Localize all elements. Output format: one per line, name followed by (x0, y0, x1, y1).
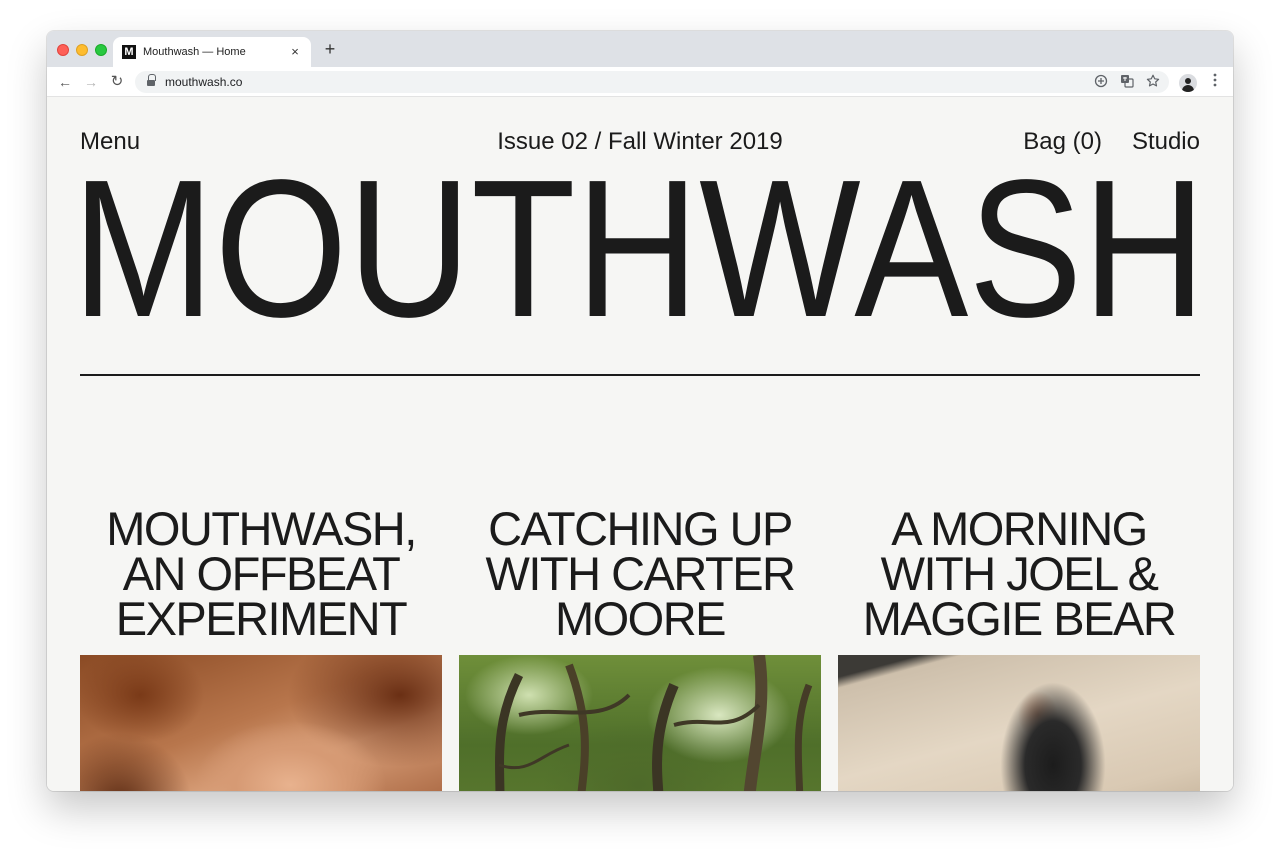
url-text[interactable]: mouthwash.co (165, 75, 242, 89)
lock-icon (147, 74, 156, 87)
browser-tab[interactable]: M Mouthwash — Home × (113, 37, 311, 67)
wordmark-text: MOUTHWASH (72, 139, 1206, 358)
article-grid: MOUTHWASH, AN OFFBEAT EXPERIMENT CATCHIN… (80, 502, 1200, 791)
article-image[interactable] (838, 655, 1200, 791)
article-title-line: MOORE (554, 592, 727, 645)
profile-icon[interactable] (1179, 74, 1197, 92)
site-favicon-icon: M (122, 45, 136, 59)
article-image[interactable] (459, 655, 821, 791)
window-controls (57, 44, 107, 56)
back-arrow-icon[interactable]: ← (55, 72, 75, 92)
article-title-line: CATCHING UP (488, 502, 793, 555)
browser-window: M Mouthwash — Home × + ← → ↻ mouthwash.c… (47, 31, 1233, 791)
article-title[interactable]: A MORNING WITH JOEL & MAGGIE BEAR (828, 502, 1210, 645)
web-page: Menu Issue 02 / Fall Winter 2019 Bag (0)… (47, 98, 1233, 791)
article-title[interactable]: MOUTHWASH, AN OFFBEAT EXPERIMENT (70, 502, 452, 645)
browser-toolbar: ← → ↻ mouthwash.co (47, 67, 1233, 97)
tab-strip: M Mouthwash — Home × + (47, 31, 1233, 67)
article-title-line: MOUTHWASH, (106, 502, 417, 555)
tree-trunks-illustration (495, 655, 813, 791)
article-image[interactable] (80, 655, 442, 791)
tab-close-icon[interactable]: × (287, 44, 303, 60)
star-icon[interactable] (1145, 74, 1161, 90)
article-title-line: WITH JOEL & (880, 547, 1159, 600)
minimize-window-button[interactable] (76, 44, 88, 56)
translate-icon[interactable] (1119, 74, 1135, 90)
tab-title: Mouthwash — Home (143, 46, 246, 58)
header-divider (80, 374, 1200, 376)
forward-arrow-icon[interactable]: → (81, 72, 101, 92)
menu-kebab-icon[interactable] (1207, 72, 1223, 92)
reload-icon[interactable]: ↻ (107, 72, 127, 92)
article-title[interactable]: CATCHING UP WITH CARTER MOORE (449, 502, 831, 645)
new-tab-button[interactable]: + (321, 40, 339, 58)
address-bar[interactable]: mouthwash.co (135, 71, 1169, 93)
maximize-window-button[interactable] (95, 44, 107, 56)
article-title-line: A MORNING (891, 502, 1148, 555)
add-icon[interactable] (1093, 74, 1109, 90)
close-window-button[interactable] (57, 44, 69, 56)
article-title-line: WITH CARTER (485, 547, 796, 600)
site-wordmark[interactable]: MOUTHWASH (72, 139, 1206, 358)
article-title-line: AN OFFBEAT (122, 547, 401, 600)
article-title-line: EXPERIMENT (115, 592, 408, 645)
article-title-line: MAGGIE BEAR (862, 592, 1177, 645)
